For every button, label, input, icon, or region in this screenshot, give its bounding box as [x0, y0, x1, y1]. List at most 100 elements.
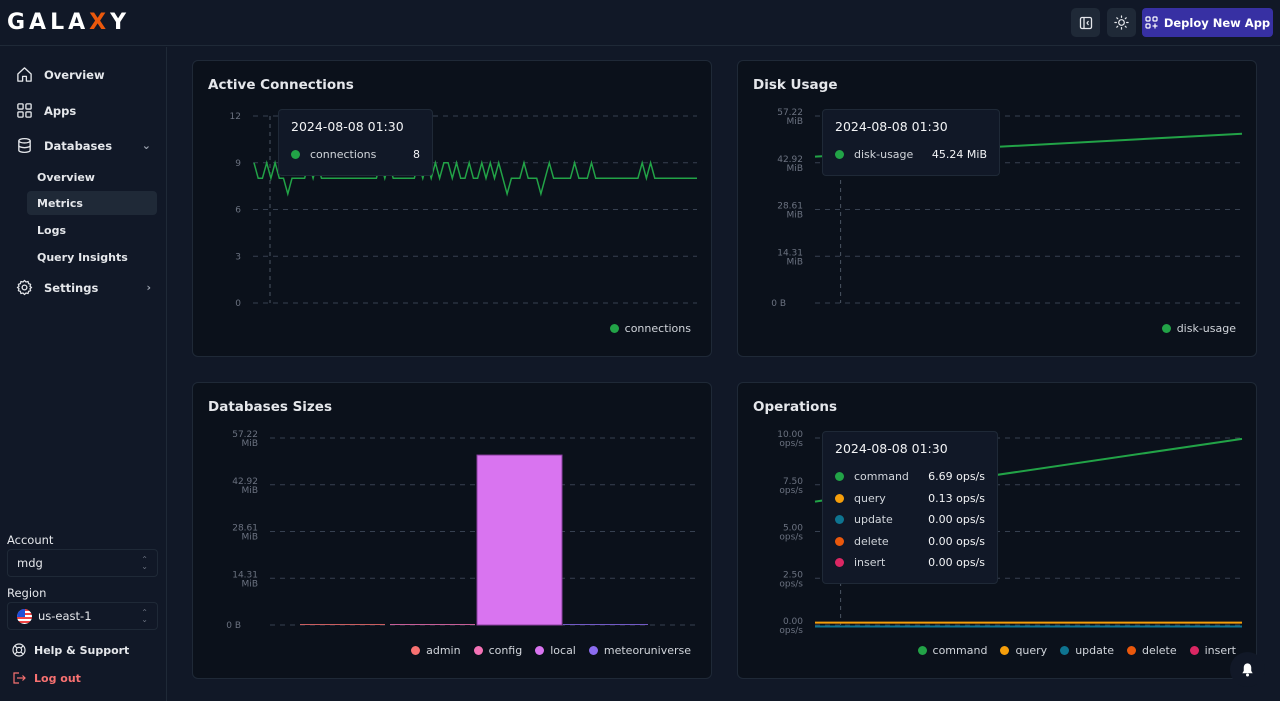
- help-support-link[interactable]: Help & Support: [12, 643, 129, 657]
- sidebar-toggle-button[interactable]: [1071, 8, 1100, 37]
- y-tick-unit: MiB: [242, 579, 258, 589]
- tooltip-series-name: connections: [310, 148, 377, 162]
- sidebar-item-apps[interactable]: Apps: [16, 102, 151, 119]
- tooltip-time: 2024-08-08 01:30: [835, 441, 948, 456]
- grid-icon: [17, 103, 32, 118]
- notifications-button[interactable]: [1230, 652, 1265, 687]
- sidebar-item-settings[interactable]: Settings ›: [16, 279, 151, 296]
- tooltip-dot: [835, 536, 844, 546]
- sidebar-collapse-icon: [1079, 16, 1092, 29]
- legend-label: delete: [1141, 644, 1177, 657]
- sidebar-subitem-logs[interactable]: Logs: [27, 218, 157, 242]
- bar-meteoruniverse: [563, 624, 648, 625]
- apps-plus-icon: [1145, 16, 1158, 29]
- sun-icon: [1114, 15, 1129, 30]
- tooltip-value: 0.00 ops/s: [928, 556, 985, 570]
- theme-toggle-button[interactable]: [1107, 8, 1136, 37]
- disk-usage-card: Disk Usage 0 B 14.31 MiB 28.61 MiB 42.92 MiB 57…: [737, 60, 1257, 357]
- legend-dot: [1126, 646, 1136, 655]
- legend-item-connections[interactable]: connections: [609, 322, 691, 335]
- logout-link[interactable]: Log out: [12, 671, 81, 685]
- subitem-label: Query Insights: [37, 250, 128, 264]
- account-select[interactable]: mdg ⌃ ⌄: [7, 549, 158, 577]
- sidebar-item-databases[interactable]: Databases ⌄: [16, 137, 151, 154]
- legend-label: connections: [624, 322, 691, 335]
- tooltip-row: connections 8: [291, 144, 420, 166]
- tooltip-row: query 0.13 ops/s: [835, 488, 985, 510]
- legend-item-delete[interactable]: delete: [1126, 644, 1177, 657]
- databases-sizes-card: Databases Sizes 0 B 14.31 MiB 28.61 MiB 42.92…: [192, 382, 712, 679]
- tooltip-series-name: disk-usage: [854, 148, 914, 162]
- tooltip-series-name: delete: [854, 534, 889, 548]
- chevron-updown-icon: ⌃ ⌄: [141, 608, 148, 624]
- legend-dot: [1161, 324, 1171, 333]
- databases-sizes-chart: 0 B14.31MiB28.61MiB42.92MiB57.22MiB: [226, 430, 697, 631]
- y-tick-unit: MiB: [242, 486, 258, 496]
- chart-legend: command query update delete insert: [917, 644, 1236, 657]
- chevron-right-icon: ›: [146, 281, 151, 294]
- logo-text-end: Y: [110, 10, 131, 35]
- us-flag-icon: [17, 608, 32, 624]
- legend-item-admin[interactable]: admin: [411, 644, 461, 657]
- region-label: Region: [7, 586, 47, 600]
- legend-dot: [411, 646, 421, 655]
- chart-tooltip: 2024-08-08 01:30 disk-usage 45.24 MiB: [822, 109, 1000, 176]
- legend-dot: [917, 646, 927, 655]
- logo-text: GALA: [7, 10, 90, 35]
- database-icon: [18, 137, 31, 154]
- tooltip-row: update 0.00 ops/s: [835, 509, 985, 531]
- legend-label: update: [1075, 644, 1114, 657]
- tooltip-dot: [835, 472, 844, 482]
- chart-tooltip: 2024-08-08 01:30 command 6.69 ops/s query…: [822, 431, 998, 584]
- legend-label: disk-usage: [1176, 322, 1236, 335]
- sidebar-subitem-overview[interactable]: Overview: [27, 165, 157, 189]
- account-value: mdg: [17, 556, 43, 570]
- y-tick-label: 6: [235, 206, 241, 216]
- y-tick-label: 9: [235, 159, 241, 169]
- legend-item-update[interactable]: update: [1060, 644, 1114, 657]
- legend-item-query[interactable]: query: [1000, 644, 1047, 657]
- legend-dot: [1060, 646, 1070, 655]
- bar-admin: [300, 624, 385, 625]
- tooltip-value: 0.00 ops/s: [928, 513, 985, 527]
- y-tick-label: 0 B: [771, 299, 786, 309]
- sidebar-subitem-metrics[interactable]: Metrics: [27, 191, 157, 215]
- sidebar-item-overview[interactable]: Overview: [16, 66, 151, 83]
- tooltip-row: insert 0.00 ops/s: [835, 552, 985, 574]
- tooltip-value: 8: [413, 148, 420, 162]
- tooltip-dot: [835, 150, 844, 160]
- tooltip-dot: [835, 558, 844, 568]
- legend-item-insert[interactable]: insert: [1189, 644, 1236, 657]
- legend-label: local: [550, 644, 576, 657]
- gear-icon: [16, 279, 33, 296]
- active-connections-card: Active Connections 0 3 6 9 12 connections 20…: [192, 60, 712, 357]
- chart-legend: admin config local meteoruniverse: [411, 644, 691, 657]
- y-tick-label: 3: [235, 252, 241, 262]
- y-tick-unit: MiB: [787, 257, 803, 267]
- region-select[interactable]: us-east-1 ⌃ ⌄: [7, 602, 158, 630]
- active-connections-chart: 0 3 6 9 12: [230, 112, 697, 309]
- legend-label: command: [932, 644, 988, 657]
- chart-legend: connections: [609, 322, 691, 335]
- lifebuoy-icon: [12, 643, 26, 657]
- subitem-label: Overview: [37, 170, 95, 184]
- legend-item-disk-usage[interactable]: disk-usage: [1161, 322, 1236, 335]
- legend-dot: [473, 646, 483, 655]
- legend-item-config[interactable]: config: [473, 644, 522, 657]
- tooltip-dot: [291, 150, 300, 160]
- legend-dot: [609, 324, 619, 333]
- legend-label: query: [1015, 644, 1048, 657]
- region-value: us-east-1: [38, 609, 92, 623]
- y-tick-label: 12: [230, 112, 241, 122]
- deploy-new-app-button[interactable]: Deploy New App: [1142, 8, 1273, 37]
- account-label: Account: [7, 533, 54, 547]
- sidebar-subitem-query-insights[interactable]: Query Insights: [27, 245, 157, 269]
- legend-item-local[interactable]: local: [535, 644, 576, 657]
- disk-usage-chart: 0 B14.31MiB28.61MiB42.92MiB57.22MiB: [771, 108, 1243, 309]
- tooltip-value: 0.00 ops/s: [928, 534, 985, 548]
- legend-item-meteoruniverse[interactable]: meteoruniverse: [588, 644, 691, 657]
- y-tick-label: 0 B: [226, 621, 241, 631]
- bar-config: [390, 624, 475, 625]
- galaxy-logo[interactable]: GALAXY: [7, 10, 130, 35]
- legend-item-command[interactable]: command: [917, 644, 988, 657]
